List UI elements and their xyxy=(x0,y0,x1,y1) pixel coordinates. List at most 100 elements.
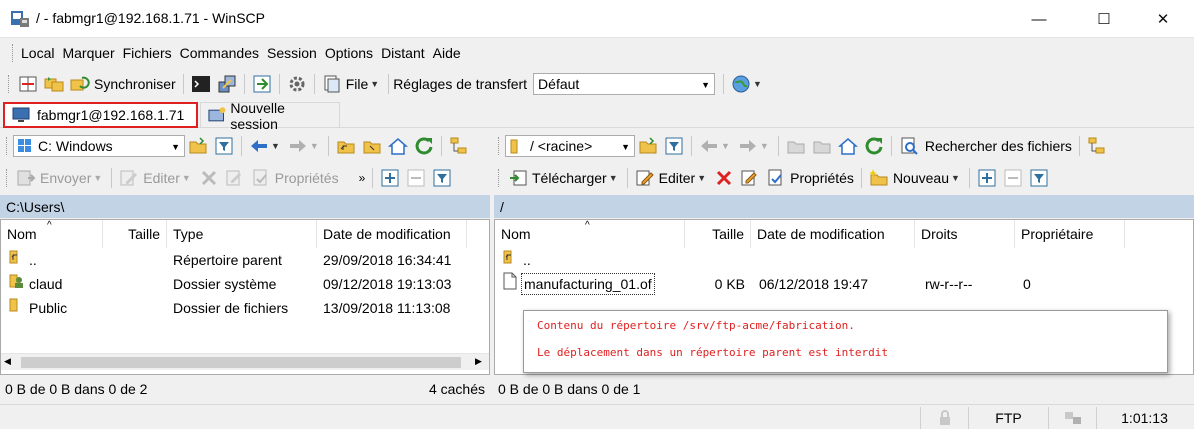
local-unselect-button[interactable] xyxy=(403,165,429,191)
remote-delete-button[interactable] xyxy=(711,165,737,191)
remote-col-rights[interactable]: Droits xyxy=(915,220,1015,248)
sort-asc-icon: ^ xyxy=(47,220,52,231)
local-root-dir-button[interactable] xyxy=(359,133,385,159)
local-col-size[interactable]: Taille xyxy=(103,220,167,248)
refresh-panel-button[interactable] xyxy=(249,71,275,97)
maximize-button[interactable]: ☐ xyxy=(1081,0,1127,38)
local-col-type[interactable]: Type xyxy=(167,220,317,248)
remote-select-button[interactable] xyxy=(974,165,1000,191)
local-properties-button[interactable]: Propriétés xyxy=(248,165,342,191)
minimize-button[interactable]: — xyxy=(1016,0,1062,38)
synchronize-button[interactable]: Synchroniser xyxy=(67,71,179,97)
queue-file-button[interactable]: File ▼ xyxy=(319,71,384,97)
local-drive-select[interactable]: C: Windows ▼ xyxy=(13,135,185,157)
remote-unselect-button[interactable] xyxy=(1000,165,1026,191)
menu-session[interactable]: Session xyxy=(263,45,321,61)
console-button[interactable] xyxy=(188,71,214,97)
remote-col-modified[interactable]: Date de modification xyxy=(751,220,915,248)
remote-dir-select[interactable]: / <racine> ▼ xyxy=(505,135,635,157)
menu-marquer[interactable]: Marquer xyxy=(58,45,118,61)
table-row[interactable]: manufacturing_01.of 0 KB 06/12/2018 19:4… xyxy=(495,272,1193,296)
remote-open-dir-button[interactable] xyxy=(635,133,661,159)
local-file-list[interactable]: Nom ^ Taille Type Date de modification ..… xyxy=(0,219,490,375)
remote-parent-dir-button[interactable] xyxy=(783,133,809,159)
toolbar-separator xyxy=(388,74,390,94)
menu-distant[interactable]: Distant xyxy=(377,45,429,61)
menu-grip xyxy=(12,44,15,62)
remote-edit-button[interactable]: Editer ▼ xyxy=(632,165,712,191)
windows-drive-icon xyxy=(18,139,31,152)
remote-forward-button[interactable]: ▼ xyxy=(735,133,774,159)
toolbar-grip xyxy=(8,75,11,93)
table-row[interactable]: claud Dossier système 09/12/2018 19:13:0… xyxy=(1,272,489,296)
remote-back-button[interactable]: ▼ xyxy=(696,133,735,159)
toolbar-separator xyxy=(1078,136,1080,156)
window-title: / - fabmgr1@192.168.1.71 - WinSCP xyxy=(36,10,265,26)
new-button[interactable]: Nouveau ▼ xyxy=(866,165,965,191)
menu-aide[interactable]: Aide xyxy=(429,45,465,61)
tab-new-session[interactable]: Nouvelle session xyxy=(200,100,340,132)
download-button[interactable]: Télécharger ▼ xyxy=(505,165,623,191)
table-row[interactable]: .. Répertoire parent 29/09/2018 16:34:41 xyxy=(1,248,489,272)
local-col-name[interactable]: Nom ^ xyxy=(1,220,103,248)
local-select-button[interactable] xyxy=(377,165,403,191)
remote-col-name[interactable]: Nom ^ xyxy=(495,220,685,248)
table-row[interactable]: .. xyxy=(495,248,1193,272)
local-home-button[interactable] xyxy=(385,133,411,159)
scroll-left-icon[interactable]: ◀ xyxy=(4,356,11,367)
compare-dirs-button[interactable] xyxy=(15,71,41,97)
transfer-preset-select[interactable]: Défaut ▼ xyxy=(533,73,716,95)
local-edit-button[interactable]: Editer ▼ xyxy=(116,165,196,191)
local-back-button[interactable]: ▼ xyxy=(246,133,285,159)
toolbar-separator xyxy=(777,136,779,156)
file-name[interactable]: manufacturing_01.of xyxy=(521,273,655,295)
tab-current-session[interactable]: fabmgr1@192.168.1.71 xyxy=(3,102,198,128)
properties-icon xyxy=(768,169,782,186)
network-button[interactable]: ▼ xyxy=(728,71,767,97)
remote-root-dir-button[interactable] xyxy=(809,133,835,159)
local-filter-button[interactable] xyxy=(211,133,237,159)
local-filter-select-button[interactable] xyxy=(429,165,455,191)
scrollbar-thumb[interactable] xyxy=(21,357,461,368)
remote-tree-button[interactable] xyxy=(1084,133,1110,159)
remote-col-size[interactable]: Taille xyxy=(685,220,751,248)
remote-filter-button[interactable] xyxy=(661,133,687,159)
remote-rename-button[interactable] xyxy=(737,165,763,191)
remote-col-owner[interactable]: Propriétaire xyxy=(1015,220,1125,248)
local-open-dir-button[interactable] xyxy=(185,133,211,159)
putty-button[interactable] xyxy=(214,71,240,97)
menu-options[interactable]: Options xyxy=(321,45,377,61)
local-delete-button[interactable] xyxy=(196,165,222,191)
parent-dir-icon xyxy=(337,141,355,154)
remote-home-button[interactable] xyxy=(835,133,861,159)
local-path-bar: C:\Users\ xyxy=(0,195,490,218)
menu-fichiers[interactable]: Fichiers xyxy=(119,45,176,61)
menu-local[interactable]: Local xyxy=(17,45,58,61)
menu-commandes[interactable]: Commandes xyxy=(176,45,263,61)
parent-dir-icon xyxy=(787,141,805,154)
scroll-right-icon[interactable]: ▶ xyxy=(475,356,482,367)
find-files-button[interactable]: Rechercher des fichiers xyxy=(896,133,1075,159)
local-parent-dir-button[interactable] xyxy=(333,133,359,159)
local-horizontal-scrollbar[interactable]: ◀ ▶ xyxy=(1,353,489,370)
preferences-button[interactable] xyxy=(284,71,310,97)
table-row[interactable]: Public Dossier de fichiers 13/09/2018 11… xyxy=(1,296,489,320)
local-upload-button[interactable]: Envoyer ▼ xyxy=(13,165,107,191)
close-button[interactable]: ✕ xyxy=(1140,0,1186,38)
sync-browse-button[interactable] xyxy=(41,71,67,97)
tree-icon xyxy=(450,137,467,154)
filter-icon xyxy=(215,137,233,155)
local-edit-label: Editer xyxy=(143,170,180,186)
local-refresh-button[interactable] xyxy=(411,133,437,159)
remote-properties-button[interactable]: Propriétés xyxy=(763,165,857,191)
local-forward-button[interactable]: ▼ xyxy=(285,133,324,159)
remote-filter-select-button[interactable] xyxy=(1026,165,1052,191)
toolbar-separator xyxy=(243,74,245,94)
remote-selection-status: 0 B de 0 B dans 0 de 1 xyxy=(498,381,641,397)
local-col-modified[interactable]: Date de modification xyxy=(317,220,467,248)
local-column-header: Nom ^ Taille Type Date de modification xyxy=(1,220,489,248)
local-rename-button[interactable] xyxy=(222,165,248,191)
local-tree-button[interactable] xyxy=(446,133,472,159)
local-more-button[interactable]: » xyxy=(356,165,369,191)
remote-refresh-button[interactable] xyxy=(861,133,887,159)
